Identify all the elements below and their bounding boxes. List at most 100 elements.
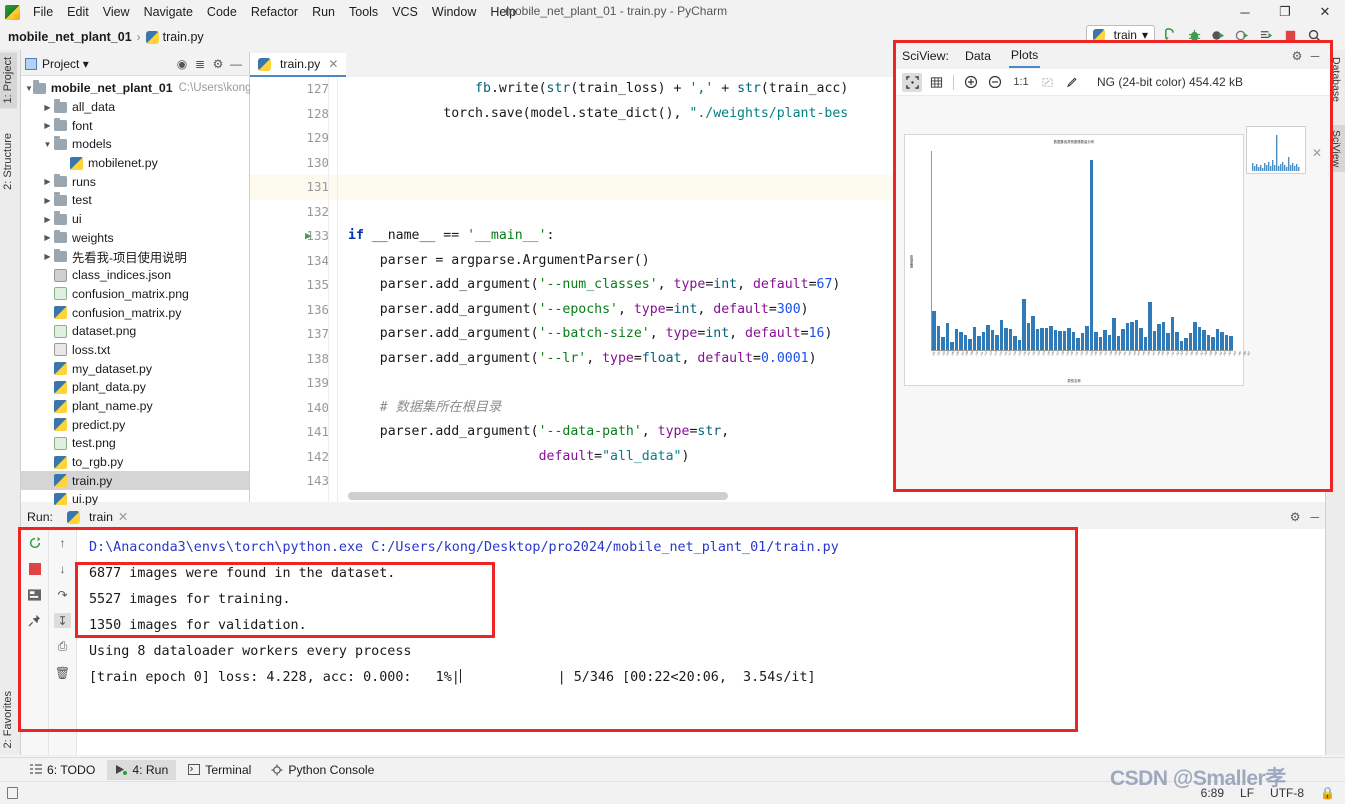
print-icon[interactable]: ⎙ — [54, 639, 71, 654]
menu-refactor[interactable]: Refactor — [244, 3, 305, 21]
tree-item[interactable]: ▶plant_name.py — [21, 397, 249, 416]
tree-item[interactable]: ▶predict.py — [21, 415, 249, 434]
collapse-all-icon[interactable]: ≣ — [191, 57, 209, 71]
sciview-body[interactable]: ✕ 数据集各类别图像数量分布 图像数量 类别名称 c01 c02 c03 c04 c05… — [896, 96, 1330, 489]
maximize-button[interactable]: ❐ — [1265, 0, 1305, 24]
tree-item[interactable]: ▶to_rgb.py — [21, 453, 249, 472]
close-icon[interactable]: ✕ — [328, 57, 338, 71]
line-separator[interactable]: LF — [1240, 786, 1254, 800]
scroll-to-end-icon[interactable]: ↧ — [54, 613, 71, 628]
grid-icon[interactable] — [926, 73, 946, 92]
gear-icon[interactable]: ⚙ — [1290, 510, 1301, 524]
menu-tools[interactable]: Tools — [342, 3, 385, 21]
tree-item[interactable]: ▶ ui — [21, 210, 249, 229]
hide-icon[interactable]: — — [227, 57, 245, 71]
tree-item[interactable]: ▶confusion_matrix.png — [21, 285, 249, 304]
minimize-icon[interactable]: ─ — [1306, 49, 1324, 63]
minimize-icon[interactable]: ─ — [1310, 510, 1319, 524]
chevron-right-icon[interactable]: ▶ — [41, 177, 54, 186]
pin-icon[interactable] — [26, 613, 43, 628]
sidebar-tab-favorites[interactable]: 2: Favorites — [0, 686, 17, 753]
plot-thumbnail[interactable] — [1246, 126, 1306, 174]
bottom-tab-terminal[interactable]: Terminal — [180, 760, 259, 780]
tree-item[interactable]: ▶test.png — [21, 434, 249, 453]
sidebar-tab-project[interactable]: 1: Project — [0, 52, 17, 109]
lock-icon[interactable]: 🔒 — [1320, 786, 1335, 800]
fit-icon[interactable] — [902, 72, 922, 92]
rerun-icon[interactable] — [26, 535, 43, 550]
event-log-icon[interactable] — [7, 787, 18, 799]
run-tab-train[interactable]: train ✕ — [66, 510, 128, 524]
tree-item[interactable]: ▶ runs — [21, 172, 249, 191]
chevron-right-icon[interactable]: ▶ — [41, 103, 54, 112]
tree-item[interactable]: ▶my_dataset.py — [21, 359, 249, 378]
zoom-out-icon[interactable] — [985, 73, 1005, 92]
run-gutter-icon[interactable]: ▶ — [305, 224, 312, 249]
stop-icon[interactable] — [26, 561, 43, 576]
tree-item[interactable]: ▶ weights — [21, 229, 249, 248]
actual-size-icon[interactable]: 1:1 — [1009, 73, 1033, 92]
sciview-tab-plots[interactable]: Plots — [1008, 44, 1041, 68]
tree-item[interactable]: ▶ test — [21, 191, 249, 210]
menu-run[interactable]: Run — [305, 3, 342, 21]
soft-wrap-icon[interactable]: ↷ — [54, 587, 71, 602]
gear-icon[interactable]: ⚙ — [209, 57, 227, 71]
tree-item[interactable]: ▶plant_data.py — [21, 378, 249, 397]
console-left-toolbar — [21, 529, 49, 755]
tree-item[interactable]: ▶ all_data — [21, 98, 249, 117]
file-encoding[interactable]: UTF-8 — [1270, 786, 1304, 800]
menu-edit[interactable]: Edit — [60, 3, 96, 21]
bottom-tab-todo[interactable]: 6: TODO — [22, 760, 103, 780]
breadcrumb-project[interactable]: mobile_net_plant_01 — [8, 30, 132, 44]
caret-position[interactable]: 6:89 — [1201, 786, 1224, 800]
tree-item[interactable]: ▼ mobile_net_plant_01 C:\Users\kong — [21, 79, 251, 98]
close-icon[interactable]: ✕ — [1312, 146, 1322, 160]
chevron-down-icon[interactable]: ▼ — [25, 84, 33, 93]
bottom-tab-python-console[interactable]: Python Console — [263, 760, 382, 780]
chevron-right-icon[interactable]: ▶ — [41, 196, 54, 205]
menu-navigate[interactable]: Navigate — [137, 3, 200, 21]
tree-item[interactable]: ▶class_indices.json — [21, 266, 249, 285]
chevron-right-icon[interactable]: ▶ — [41, 252, 54, 261]
color-picker-icon[interactable] — [1061, 73, 1081, 92]
editor-tab-train-py[interactable]: train.py ✕ — [250, 53, 347, 77]
chevron-right-icon[interactable]: ▶ — [41, 215, 54, 224]
menu-window[interactable]: Window — [425, 3, 483, 21]
sidebar-tab-structure[interactable]: 2: Structure — [0, 128, 17, 195]
plot-figure[interactable]: 数据集各类别图像数量分布 图像数量 类别名称 c01 c02 c03 c04 c05 c0… — [904, 134, 1252, 386]
console-line[interactable]: D:\Anaconda3\envs\torch\python.exe C:/Us… — [89, 535, 1325, 561]
sciview-tab-data[interactable]: Data — [963, 45, 993, 67]
down-arrow-icon[interactable]: ↓ — [54, 561, 71, 576]
chevron-down-icon[interactable]: ▼ — [41, 140, 54, 149]
horizontal-scrollbar[interactable] — [348, 492, 728, 500]
console-output[interactable]: D:\Anaconda3\envs\torch\python.exe C:/Us… — [77, 529, 1325, 755]
tree-item[interactable]: ▶loss.txt — [21, 341, 249, 360]
up-arrow-icon[interactable]: ↑ — [54, 535, 71, 550]
gear-icon[interactable]: ⚙ — [1288, 49, 1306, 63]
tree-item[interactable]: ▶ 先看我-项目使用说明 — [21, 247, 249, 266]
menu-file[interactable]: File — [26, 3, 60, 21]
trash-icon[interactable]: 🗑 — [54, 665, 71, 680]
close-icon[interactable]: ✕ — [118, 510, 128, 524]
menu-code[interactable]: Code — [200, 3, 244, 21]
menu-view[interactable]: View — [96, 3, 137, 21]
chevron-right-icon[interactable]: ▶ — [41, 121, 54, 130]
minimize-button[interactable]: ─ — [1225, 0, 1265, 24]
breadcrumb-file[interactable]: train.py — [145, 30, 204, 44]
close-button[interactable]: ✕ — [1305, 0, 1345, 24]
tree-item[interactable]: ▶ font — [21, 116, 249, 135]
project-panel-title[interactable]: Project ▾ — [42, 57, 173, 71]
select-icon[interactable] — [1037, 73, 1057, 92]
menu-vcs[interactable]: VCS — [385, 3, 425, 21]
tree-item[interactable]: ▼ models — [21, 135, 249, 154]
zoom-in-icon[interactable] — [961, 73, 981, 92]
locate-icon[interactable]: ◉ — [173, 57, 191, 71]
tree-item[interactable]: ▶dataset.png — [21, 322, 249, 341]
tree-item[interactable]: ▶train.py — [21, 471, 249, 491]
tree-item[interactable]: ▶mobilenet.py — [21, 154, 249, 173]
tree-item[interactable]: ▶confusion_matrix.py — [21, 303, 249, 322]
console-icon[interactable] — [26, 587, 43, 602]
py-file-icon — [54, 418, 67, 432]
chevron-right-icon[interactable]: ▶ — [41, 233, 54, 242]
bottom-tab-run[interactable]: 4: Run — [107, 759, 177, 780]
